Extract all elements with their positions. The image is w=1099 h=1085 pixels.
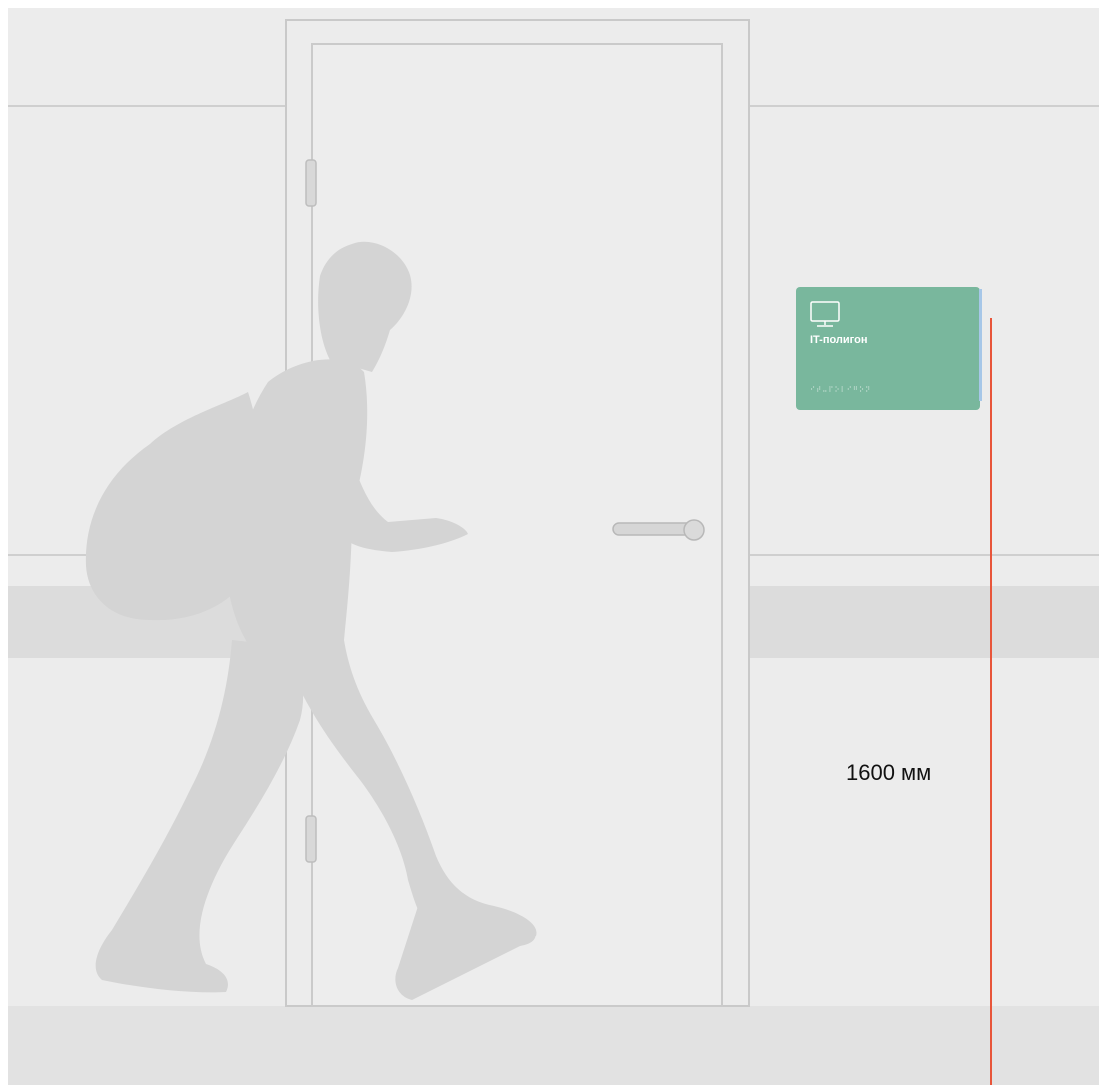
room-sign-edge [979, 289, 982, 401]
room-sign-title: IT-полигон [810, 334, 868, 346]
door-sign-placement-diagram [8, 8, 1099, 1085]
door-hinge-top [305, 159, 317, 207]
dimension-label: 1600 мм [846, 760, 932, 785]
door-hinge-bottom [305, 815, 317, 863]
room-sign-braille: ⠊⠞⠤⠏⠕⠇⠊⠛⠕⠝ [810, 386, 872, 394]
floor [8, 1006, 1099, 1085]
